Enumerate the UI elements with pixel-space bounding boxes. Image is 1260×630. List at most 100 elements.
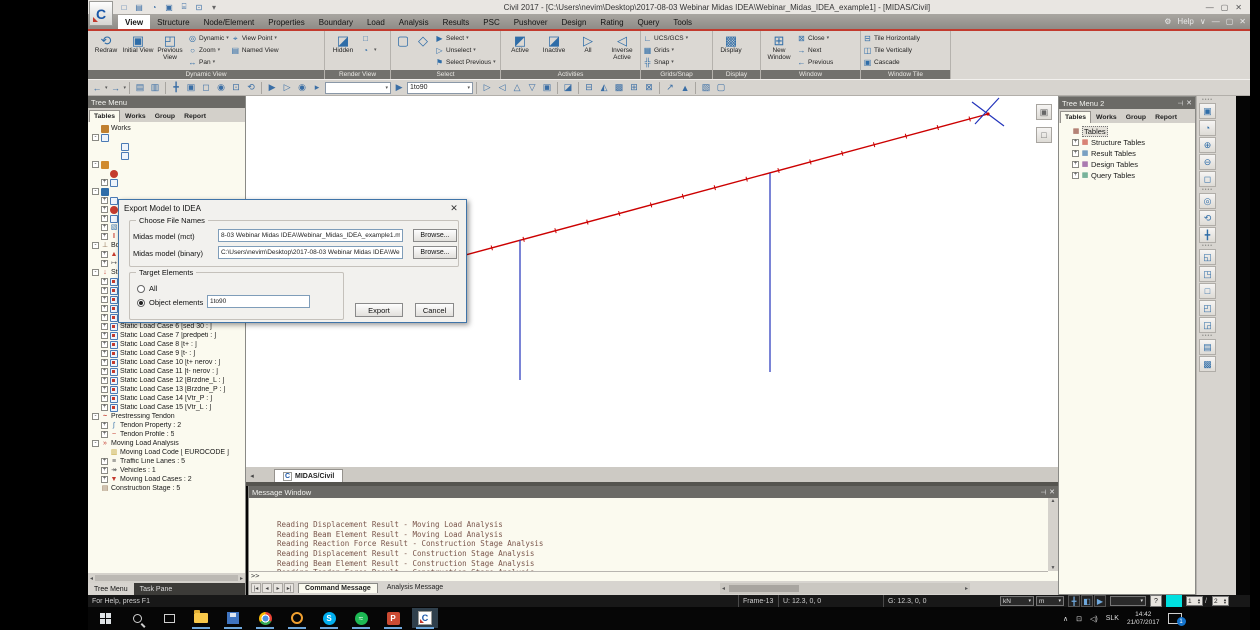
tree-expander-icon[interactable]: + — [1072, 161, 1079, 168]
ribbon-button[interactable]: Named View — [231, 44, 281, 56]
dialog-title-bar[interactable]: Export Model to IDEA ✕ — [119, 200, 466, 216]
tree-expander-icon[interactable]: + — [101, 296, 108, 303]
radio-object-elements[interactable]: Object elements — [137, 298, 203, 307]
ribbon-button[interactable]: All — [571, 32, 605, 62]
ribbon-tab[interactable]: Pushover — [507, 15, 555, 29]
ribbon-button[interactable]: Dynamic▾ — [188, 32, 229, 44]
radio-all-icon[interactable] — [137, 285, 145, 293]
zoom-window-icon[interactable]: ▣ — [1199, 103, 1216, 119]
export-button[interactable]: Export — [355, 303, 403, 317]
tree-item[interactable]: + Static Load Case 12 [Brzdne_L : ] — [88, 376, 245, 385]
tree-expander-icon[interactable]: + — [101, 422, 108, 429]
ribbon-button[interactable]: Display — [715, 32, 747, 55]
chrome-button[interactable] — [252, 608, 278, 628]
tree-menu-tab[interactable]: Report — [180, 110, 210, 122]
active-identity-icon[interactable]: ▣ — [540, 81, 554, 94]
panel-bottom-tab[interactable]: Task Pane — [134, 583, 179, 595]
ribbon-tab[interactable]: Rating — [593, 15, 630, 29]
ribbon-tab[interactable]: Node/Element — [197, 15, 262, 29]
tree-expander-icon[interactable]: - — [92, 440, 99, 447]
tree-item[interactable]: + Structure Tables — [1059, 137, 1195, 148]
tree-expander-icon[interactable]: + — [101, 233, 108, 240]
ribbon-button[interactable]: Tile Horizontally — [863, 32, 922, 44]
zoom-fit-icon[interactable]: ◻ — [199, 81, 213, 94]
ribbon-tab[interactable]: View — [118, 15, 150, 29]
print-icon[interactable]: ⌸ — [178, 1, 190, 13]
panel-bottom-tab[interactable]: Tree Menu — [88, 583, 134, 595]
tree-menu-tab[interactable]: Tables — [89, 110, 120, 122]
tree-expander-icon[interactable]: + — [101, 332, 108, 339]
ribbon-button[interactable]: UCS/GCS▾ — [643, 32, 688, 44]
ribbon-button[interactable] — [393, 32, 413, 48]
rotate-view-icon[interactable]: ◉ — [214, 81, 228, 94]
view-right-icon[interactable]: ◲ — [1199, 317, 1216, 333]
ribbon-tab[interactable]: PSC — [476, 15, 506, 29]
browse-mct-button[interactable]: Browse... — [413, 229, 457, 242]
named-view-icon[interactable]: ▤ — [1199, 339, 1216, 355]
taskbar-search-button[interactable] — [124, 608, 150, 628]
ribbon-button[interactable]: Pan▾ — [188, 56, 229, 68]
stage-dropdown[interactable]: ▾ — [1110, 596, 1146, 606]
tree-expander-icon[interactable]: + — [101, 395, 108, 402]
ribbon-button[interactable]: Redraw — [90, 32, 122, 62]
qat-customize-icon[interactable]: ▾ — [208, 1, 220, 13]
tree-expander-icon[interactable]: + — [101, 359, 108, 366]
element-id-combobox[interactable]: 1to90▾ — [407, 82, 473, 94]
zoom-dynamic-icon[interactable]: ◔ — [1199, 120, 1216, 136]
mdi-close-icon[interactable]: ✕ — [1239, 17, 1246, 26]
zoom-fit-icon[interactable]: ◻ — [1199, 171, 1216, 187]
tree-item[interactable]: + Static Load Case 9 [t- : ] — [88, 349, 245, 358]
view-iso-icon[interactable]: ◳ — [1199, 266, 1216, 282]
minimize-icon[interactable]: — — [1206, 3, 1214, 12]
ribbon-button[interactable]: Cascade — [863, 56, 922, 68]
tree-expander-icon[interactable]: - — [92, 242, 99, 249]
ribbon-tab[interactable]: Structure — [150, 15, 196, 29]
tree-expander-icon[interactable]: - — [92, 269, 99, 276]
tree-expander-icon[interactable]: + — [101, 458, 108, 465]
activate-all-icon[interactable]: △ — [510, 81, 524, 94]
ribbon-button[interactable]: Close▾ — [797, 32, 835, 44]
tree-item[interactable]: + Static Load Case 6 [sed 30 : ] — [88, 322, 245, 331]
next-tab-icon[interactable]: ▸ — [273, 583, 283, 593]
scrollbar-thumb[interactable] — [95, 575, 238, 581]
length-unit-dropdown[interactable]: m▾ — [1036, 596, 1064, 606]
ribbon-button[interactable]: Unselect▾ — [435, 44, 496, 56]
undo-icon[interactable]: ← — [90, 81, 104, 94]
dynamic-zoom-icon[interactable]: ◎ — [1199, 193, 1216, 209]
save-app-button[interactable] — [220, 608, 246, 628]
tree-expander-icon[interactable]: + — [101, 467, 108, 474]
tree-item[interactable]: Construction Stage : 5 — [88, 484, 245, 493]
tree-item[interactable]: + Vehicles : 1 — [88, 466, 245, 475]
message-vertical-scrollbar[interactable]: ▲ ▼ — [1048, 498, 1058, 571]
select-single-icon[interactable]: ▶ — [265, 81, 279, 94]
view-left-icon[interactable]: ◰ — [1199, 300, 1216, 316]
ribbon-button[interactable]: Active — [503, 32, 537, 62]
zoom-window-icon[interactable]: ▣ — [184, 81, 198, 94]
ribbon-button[interactable]: Inactive — [537, 32, 571, 62]
skype-button[interactable]: S — [316, 608, 342, 628]
task-view-button[interactable] — [156, 608, 182, 628]
capture-icon[interactable]: ⊡ — [193, 1, 205, 13]
name-filter-combobox[interactable]: ▾ — [325, 82, 391, 94]
tree-expander-icon[interactable]: + — [101, 476, 108, 483]
tree-item[interactable]: - Prestressing Tendon — [88, 412, 245, 421]
tree-expander-icon[interactable]: + — [101, 197, 108, 204]
mct-path-input[interactable] — [218, 229, 403, 242]
view-restore-icon[interactable]: ▣ — [1036, 104, 1052, 120]
tree-expander-icon[interactable]: + — [101, 260, 108, 267]
maximize-icon[interactable]: ▢ — [1221, 3, 1229, 12]
select-pointer-icon[interactable]: ▸ — [310, 81, 324, 94]
ribbon-button[interactable]: Hidden — [327, 32, 359, 55]
scroll-right-icon[interactable]: ▸ — [240, 575, 243, 582]
page-current-spinner[interactable]: 1▲▼ — [1186, 596, 1203, 606]
tree-expander-icon[interactable]: + — [101, 404, 108, 411]
scrollbar-thumb[interactable] — [729, 585, 799, 592]
tree-item[interactable]: Tables — [1059, 126, 1195, 137]
close-icon[interactable]: ✕ — [1235, 3, 1242, 12]
shrink-elements-icon[interactable]: ⊟ — [582, 81, 596, 94]
display-option-icon[interactable]: ⊠ — [642, 81, 656, 94]
ribbon-button[interactable]: Initial View — [122, 32, 154, 62]
ribbon-button[interactable]: Next — [797, 44, 835, 56]
color-swatch[interactable] — [1166, 595, 1182, 607]
tree-item[interactable]: + Design Tables — [1059, 159, 1195, 170]
